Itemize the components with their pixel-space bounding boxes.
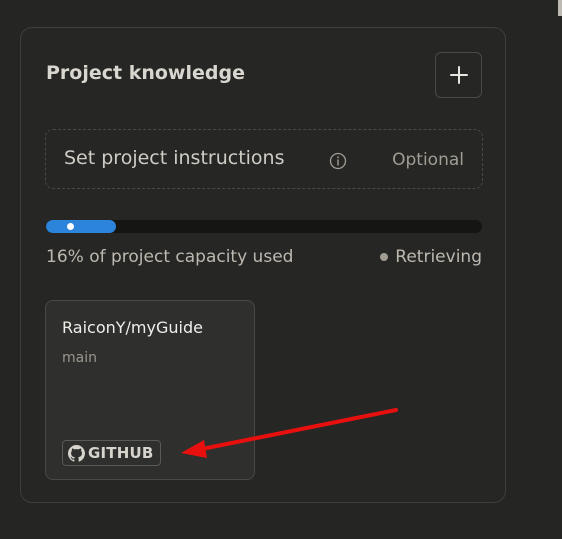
- page: Project knowledge Set project instructio…: [0, 0, 562, 539]
- badge-label: GITHUB: [88, 444, 154, 462]
- capacity-text: 16% of project capacity used: [46, 247, 294, 267]
- repo-branch: main: [62, 350, 97, 366]
- panel-title: Project knowledge: [46, 62, 245, 84]
- capacity-progress-fill: [46, 220, 116, 233]
- repo-name: RaiconY/myGuide: [62, 318, 203, 337]
- retrieving-status: Retrieving: [380, 247, 482, 267]
- plus-icon: [449, 66, 468, 84]
- progress-indicator-dot: [67, 223, 74, 230]
- knowledge-file-card[interactable]: RaiconY/myGuide main GITHUB: [45, 300, 255, 480]
- capacity-progress-bar: [46, 220, 482, 233]
- scrollbar-thumb[interactable]: [558, 0, 562, 16]
- github-source-badge: GITHUB: [62, 440, 161, 466]
- set-instructions-button[interactable]: Set project instructions Optional: [45, 129, 483, 189]
- optional-label: Optional: [392, 150, 464, 170]
- instructions-label: Set project instructions: [64, 147, 285, 169]
- add-knowledge-button[interactable]: [435, 52, 482, 98]
- info-icon[interactable]: [329, 152, 347, 170]
- status-dot-icon: [380, 253, 389, 261]
- github-icon: [68, 444, 85, 462]
- status-label: Retrieving: [395, 247, 482, 267]
